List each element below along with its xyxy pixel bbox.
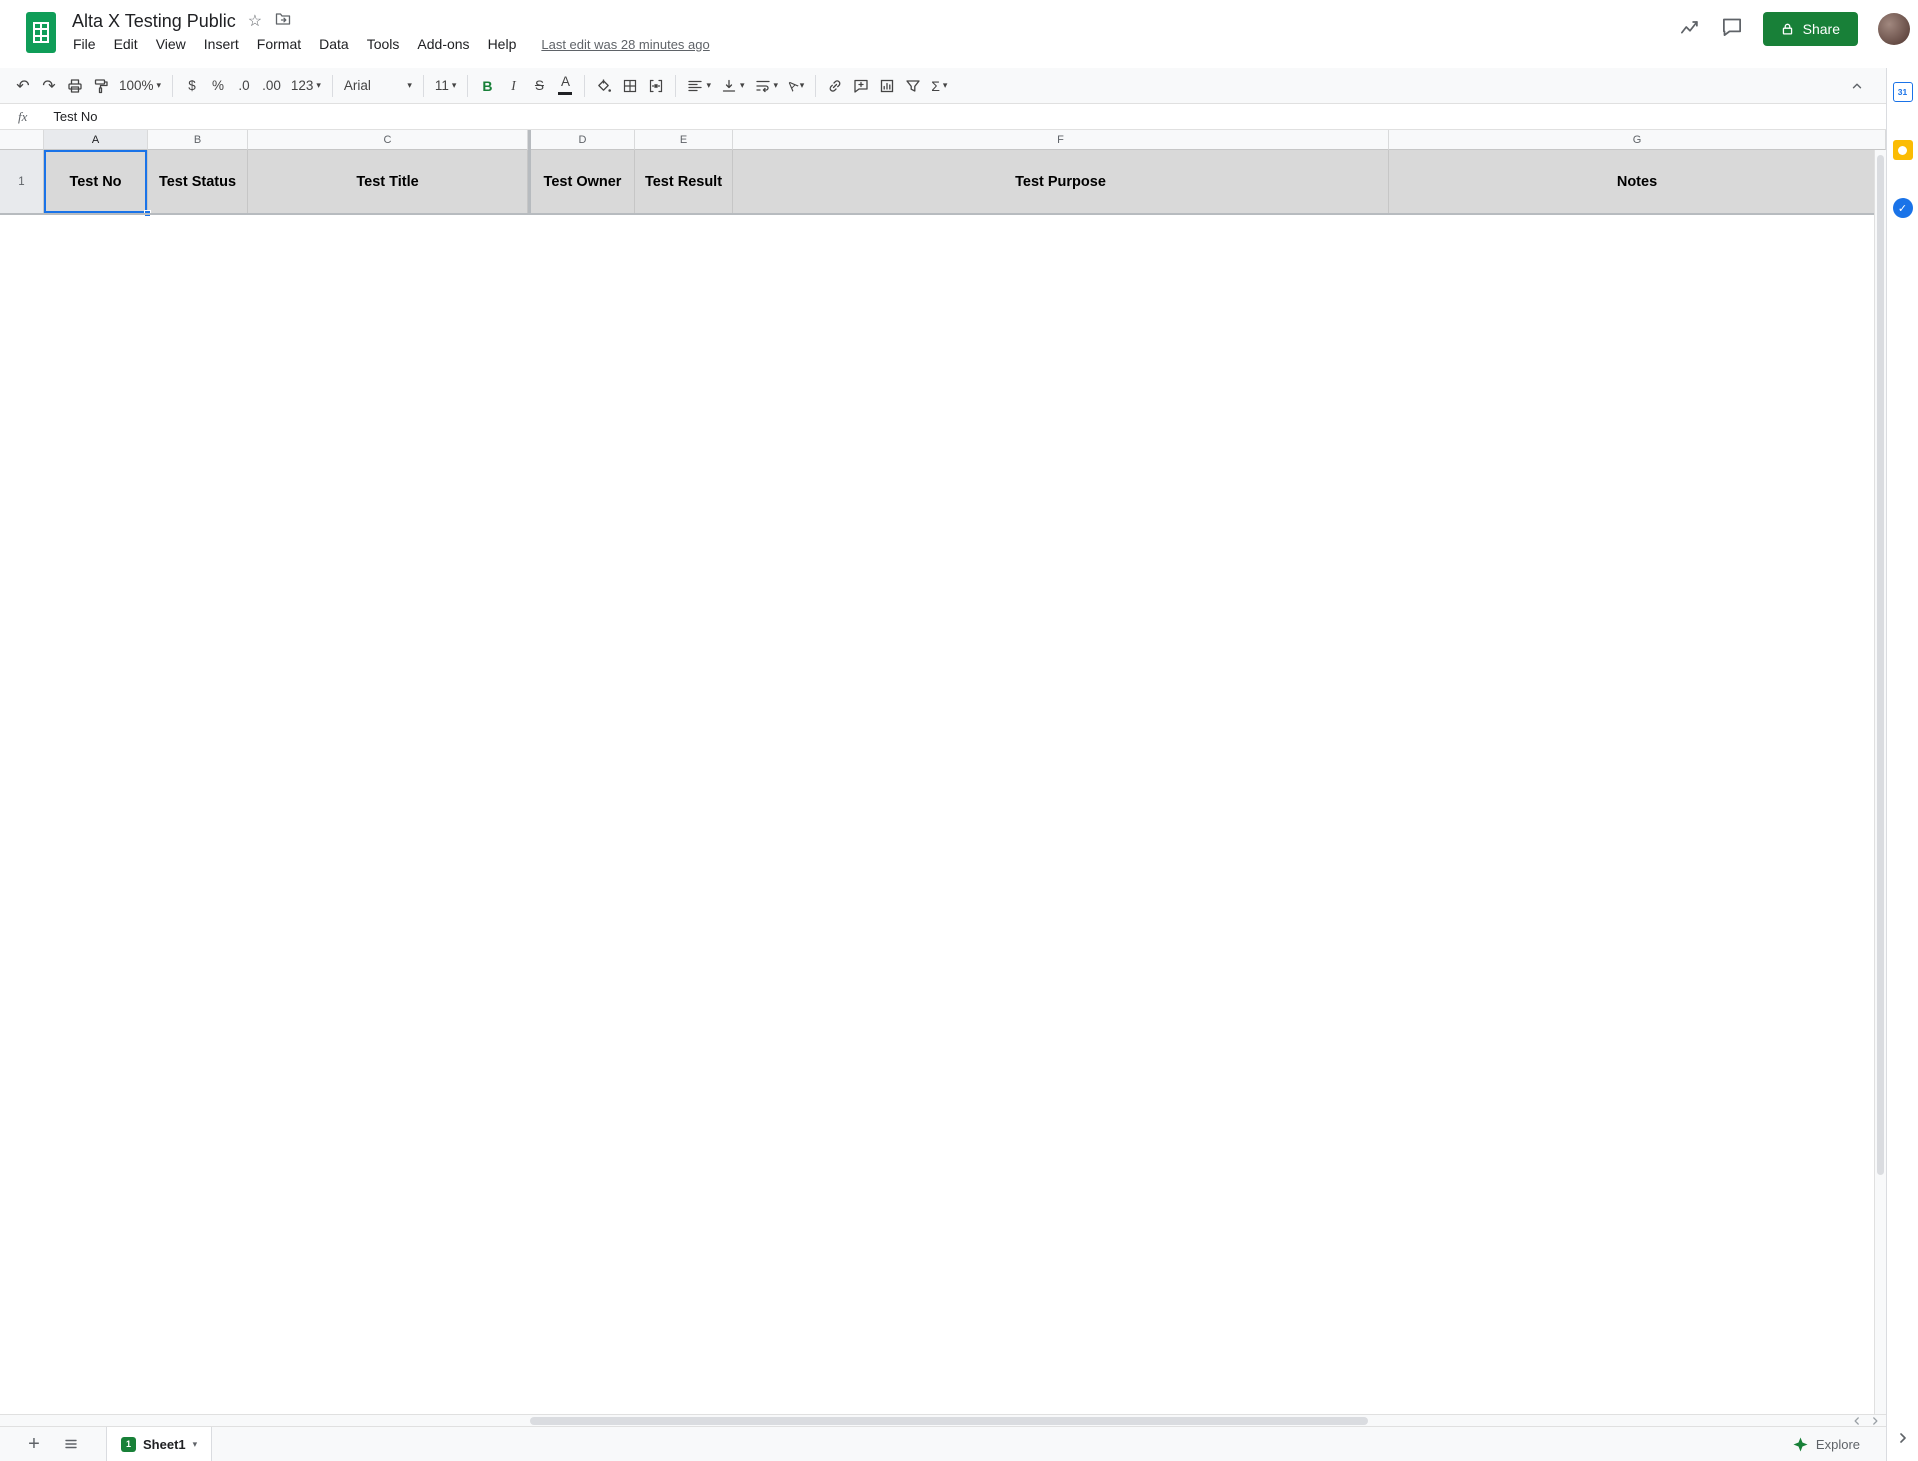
increase-decimals-button[interactable]: .00 bbox=[257, 72, 286, 100]
vertical-scrollbar[interactable] bbox=[1874, 150, 1886, 1414]
sheet-tab-bar: + 1 Sheet1 ▾ Explore bbox=[0, 1426, 1886, 1461]
explore-label: Explore bbox=[1816, 1437, 1860, 1452]
toolbar: ↶ ↷ 100%▾ $ % .0 .00 123▾ Arial▾ 11▾ bbox=[0, 68, 1886, 104]
sheets-logo-icon[interactable] bbox=[26, 12, 56, 53]
insert-chart-button[interactable] bbox=[874, 72, 900, 100]
menu-edit[interactable]: Edit bbox=[105, 32, 147, 56]
print-button[interactable] bbox=[62, 72, 88, 100]
scroll-right-icon[interactable] bbox=[1870, 1416, 1880, 1426]
format-currency-button[interactable]: $ bbox=[179, 72, 205, 100]
keep-icon[interactable] bbox=[1893, 140, 1913, 160]
all-sheets-button[interactable] bbox=[58, 1430, 84, 1458]
menu-help[interactable]: Help bbox=[479, 32, 526, 56]
cell-F1[interactable]: Test Purpose bbox=[733, 150, 1389, 214]
google-sheets-app: Alta X Testing Public ☆ FileEditViewInse… bbox=[0, 0, 1918, 1461]
column-header-F[interactable]: F bbox=[733, 130, 1389, 150]
avatar[interactable] bbox=[1878, 13, 1910, 45]
sheet-tab-menu-icon[interactable]: ▾ bbox=[193, 1439, 198, 1450]
font-select[interactable]: Arial▾ bbox=[339, 72, 417, 100]
workspace-side-panel: 31 ✓ bbox=[1886, 68, 1918, 1461]
column-header-E[interactable]: E bbox=[635, 130, 733, 150]
select-all-corner[interactable] bbox=[0, 130, 44, 150]
merge-cells-button[interactable] bbox=[643, 72, 669, 100]
menu-format[interactable]: Format bbox=[248, 32, 310, 56]
borders-button[interactable] bbox=[617, 72, 643, 100]
top-bar: Alta X Testing Public ☆ FileEditViewInse… bbox=[0, 0, 1918, 68]
menu-tools[interactable]: Tools bbox=[358, 32, 409, 56]
column-header-A[interactable]: A bbox=[44, 130, 148, 150]
insert-link-button[interactable] bbox=[822, 72, 848, 100]
formula-bar[interactable]: fx Test No bbox=[0, 104, 1886, 130]
cell-A1[interactable]: Test No bbox=[44, 150, 148, 214]
horizontal-scrollbar-thumb[interactable] bbox=[530, 1417, 1368, 1425]
star-icon[interactable]: ☆ bbox=[248, 11, 262, 31]
functions-button[interactable]: Σ▾ bbox=[926, 72, 952, 100]
filter-button[interactable] bbox=[900, 72, 926, 100]
cell-G1[interactable]: Notes bbox=[1389, 150, 1886, 214]
fx-icon: fx bbox=[18, 109, 27, 125]
sheet-badge: 1 bbox=[121, 1437, 136, 1452]
row-header-1[interactable]: 1 bbox=[0, 150, 44, 214]
move-folder-icon[interactable] bbox=[274, 11, 292, 32]
column-headers: ABCDEFG bbox=[0, 130, 1886, 150]
paint-format-button[interactable] bbox=[88, 72, 114, 100]
text-rotation-button[interactable]: A▾ bbox=[783, 72, 809, 100]
tasks-icon[interactable]: ✓ bbox=[1893, 198, 1913, 218]
cell-B1[interactable]: Test Status bbox=[148, 150, 248, 214]
font-size-select[interactable]: 11▾ bbox=[430, 72, 462, 100]
fill-color-button[interactable] bbox=[591, 72, 617, 100]
comment-history-icon[interactable] bbox=[1721, 17, 1743, 42]
activity-dashboard-icon[interactable] bbox=[1679, 17, 1701, 42]
menu-bar: FileEditViewInsertFormatDataToolsAdd-ons… bbox=[64, 32, 710, 56]
tab-sheet1[interactable]: 1 Sheet1 ▾ bbox=[106, 1427, 212, 1461]
column-header-B[interactable]: B bbox=[148, 130, 248, 150]
last-edit-link[interactable]: Last edit was 28 minutes ago bbox=[541, 37, 709, 52]
column-header-G[interactable]: G bbox=[1389, 130, 1886, 150]
selection-border bbox=[44, 150, 147, 213]
bold-button[interactable]: B bbox=[474, 72, 500, 100]
text-wrap-button[interactable]: ▾ bbox=[750, 72, 784, 100]
cell-C1[interactable]: Test Title bbox=[248, 150, 528, 214]
scroll-left-icon[interactable] bbox=[1852, 1416, 1862, 1426]
column-header-D[interactable]: D bbox=[531, 130, 635, 150]
italic-button[interactable]: I bbox=[500, 72, 526, 100]
document-title[interactable]: Alta X Testing Public bbox=[72, 11, 236, 32]
share-button[interactable]: Share bbox=[1763, 12, 1858, 46]
format-percent-button[interactable]: % bbox=[205, 72, 231, 100]
menu-file[interactable]: File bbox=[64, 32, 105, 56]
redo-button[interactable]: ↷ bbox=[36, 72, 62, 100]
table-header-row: 1Test NoTest StatusTest TitleTest OwnerT… bbox=[0, 150, 1886, 214]
menu-data[interactable]: Data bbox=[310, 32, 358, 56]
vertical-align-button[interactable]: ▾ bbox=[716, 72, 750, 100]
undo-button[interactable]: ↶ bbox=[10, 72, 36, 100]
horizontal-align-button[interactable]: ▾ bbox=[682, 72, 716, 100]
vertical-scrollbar-thumb[interactable] bbox=[1877, 155, 1884, 1175]
share-label: Share bbox=[1803, 21, 1840, 37]
zoom-select[interactable]: 100%▾ bbox=[114, 72, 166, 100]
cell-E1[interactable]: Test Result bbox=[635, 150, 733, 214]
sheet-tab-label: Sheet1 bbox=[143, 1437, 186, 1452]
add-sheet-button[interactable]: + bbox=[20, 1433, 48, 1456]
menu-insert[interactable]: Insert bbox=[195, 32, 248, 56]
column-header-C[interactable]: C bbox=[248, 130, 528, 150]
insert-comment-button[interactable] bbox=[848, 72, 874, 100]
menu-addons[interactable]: Add-ons bbox=[408, 32, 478, 56]
explore-button[interactable]: Explore bbox=[1781, 1431, 1872, 1457]
sheets-logo-grid bbox=[33, 22, 49, 43]
formula-input[interactable]: Test No bbox=[53, 109, 97, 124]
text-color-button[interactable]: A bbox=[552, 72, 578, 100]
lock-icon bbox=[1781, 22, 1794, 36]
strikethrough-button[interactable]: S bbox=[526, 72, 552, 100]
menu-view[interactable]: View bbox=[147, 32, 195, 56]
explore-icon bbox=[1793, 1437, 1808, 1452]
calendar-icon[interactable]: 31 bbox=[1893, 82, 1913, 102]
cell-D1[interactable]: Test Owner bbox=[531, 150, 635, 214]
hide-toolbar-button[interactable] bbox=[1844, 72, 1870, 100]
horizontal-scrollbar[interactable] bbox=[0, 1414, 1886, 1426]
decrease-decimals-button[interactable]: .0 bbox=[231, 72, 257, 100]
more-formats-button[interactable]: 123▾ bbox=[286, 72, 326, 100]
spreadsheet-grid: ABCDEFG 1Test NoTest StatusTest TitleTes… bbox=[0, 130, 1886, 1414]
side-panel-expand-icon[interactable] bbox=[1895, 1430, 1911, 1451]
frozen-row-divider[interactable] bbox=[0, 213, 1886, 215]
